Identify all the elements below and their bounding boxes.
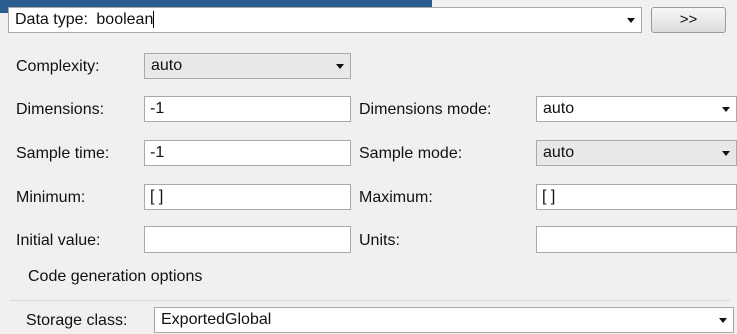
text-caret bbox=[153, 11, 155, 29]
maximum-input[interactable]: [ ] bbox=[536, 184, 737, 210]
sample-time-input[interactable]: -1 bbox=[144, 140, 351, 166]
complexity-value: auto bbox=[151, 57, 183, 74]
data-type-label: Data type: bbox=[15, 11, 88, 28]
sample-time-label: Sample time: bbox=[16, 145, 110, 162]
sample-mode-select[interactable]: auto bbox=[536, 140, 737, 166]
sample-mode-value: auto bbox=[543, 144, 575, 161]
data-type-assistant-button[interactable]: >> bbox=[651, 7, 726, 33]
minimum-label: Minimum: bbox=[16, 189, 86, 206]
chevron-down-icon[interactable] bbox=[627, 18, 635, 23]
sample-mode-label: Sample mode: bbox=[359, 145, 463, 162]
complexity-label: Complexity: bbox=[16, 58, 100, 75]
minimum-input[interactable]: [ ] bbox=[144, 184, 351, 210]
chevron-down-icon bbox=[722, 107, 730, 112]
storage-class-value: ExportedGlobal bbox=[161, 311, 272, 328]
chevron-down-icon bbox=[336, 64, 344, 69]
complexity-select[interactable]: auto bbox=[144, 53, 351, 79]
code-generation-title: Code generation options bbox=[28, 268, 203, 285]
storage-class-select[interactable]: ExportedGlobal bbox=[154, 307, 734, 333]
initial-value-input[interactable] bbox=[144, 226, 351, 253]
data-type-combo[interactable]: Data type: boolean bbox=[8, 7, 642, 33]
units-label: Units: bbox=[359, 232, 400, 249]
chevron-down-icon bbox=[722, 151, 730, 156]
units-input[interactable] bbox=[536, 226, 737, 253]
dimensions-label: Dimensions: bbox=[16, 101, 105, 118]
storage-class-label: Storage class: bbox=[26, 312, 128, 329]
data-type-value[interactable]: boolean bbox=[96, 11, 153, 28]
initial-value-label: Initial value: bbox=[16, 232, 101, 249]
chevron-down-icon bbox=[719, 318, 727, 323]
dimensions-mode-label: Dimensions mode: bbox=[359, 101, 492, 118]
dimensions-input[interactable]: -1 bbox=[144, 96, 351, 122]
dimensions-mode-select[interactable]: auto bbox=[536, 96, 737, 122]
maximum-label: Maximum: bbox=[359, 189, 433, 206]
group-divider bbox=[10, 300, 730, 301]
dimensions-mode-value: auto bbox=[543, 100, 575, 117]
